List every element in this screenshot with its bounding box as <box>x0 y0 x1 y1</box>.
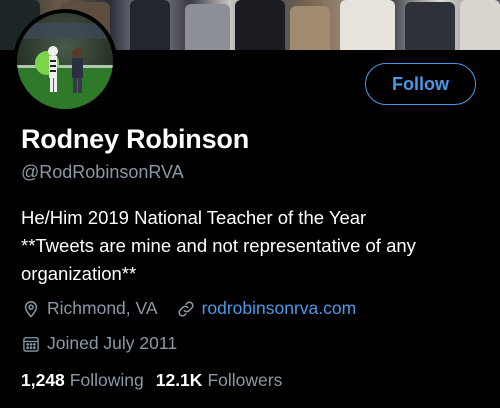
profile-handle: @RodRobinsonRVA <box>21 162 184 182</box>
profile-page: Follow Rodney Robinson @RodRobinsonRVA H… <box>0 0 500 408</box>
followers-count: 12.1K <box>155 370 203 390</box>
following-count: 1,248 <box>21 370 65 390</box>
following-label: Following <box>69 370 144 390</box>
profile-name: Rodney Robinson <box>21 124 249 154</box>
profile-stats: 1,248 Following 12.1K Followers <box>21 370 282 391</box>
link-icon <box>176 299 196 319</box>
profile-bio: He/Him 2019 National Teacher of the Year… <box>21 204 491 288</box>
profile-avatar[interactable] <box>17 13 113 109</box>
bio-line: He/Him 2019 National Teacher of the Year <box>21 207 367 228</box>
map-pin-icon <box>21 299 41 319</box>
followers-label: Followers <box>207 370 283 390</box>
profile-meta-row: Richmond, VA rodrobinsonrva.com <box>21 298 356 319</box>
profile-joined-date: Joined July 2011 <box>47 333 178 353</box>
profile-website-link[interactable]: rodrobinsonrva.com <box>202 298 357 319</box>
calendar-icon <box>21 334 41 354</box>
profile-location: Richmond, VA <box>47 298 158 318</box>
avatar-photo <box>17 13 113 109</box>
follow-button[interactable]: Follow <box>365 63 476 105</box>
bio-line: organization** <box>21 263 137 284</box>
followers-stat-link[interactable]: 12.1K Followers <box>156 370 283 391</box>
bio-line: **Tweets are mine and not representative… <box>21 235 416 256</box>
profile-joined-row: Joined July 2011 <box>21 333 177 354</box>
following-stat-link[interactable]: 1,248 Following <box>21 370 144 391</box>
